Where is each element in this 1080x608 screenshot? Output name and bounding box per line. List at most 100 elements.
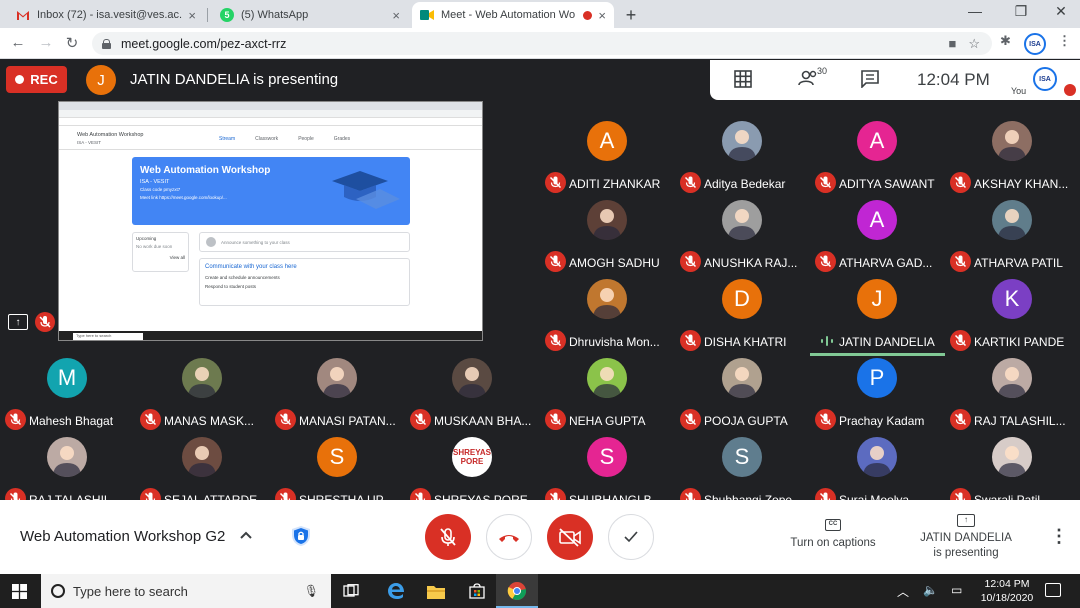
mic-toggle-button[interactable] <box>425 514 471 560</box>
edge-icon[interactable] <box>386 581 406 601</box>
participant-avatar: J <box>857 279 897 319</box>
new-tab-button[interactable]: + <box>620 4 642 26</box>
chat-icon[interactable] <box>861 70 879 93</box>
presenting-label: is presenting <box>933 547 999 559</box>
close-window-icon[interactable]: ✕ <box>1046 3 1076 20</box>
store-icon[interactable] <box>467 581 487 601</box>
leave-call-button[interactable] <box>486 514 532 560</box>
tab-gmail[interactable]: Inbox (72) - isa.vesit@ves.ac.in - V × <box>8 2 204 28</box>
banner-title: Web Automation Workshop <box>140 165 271 176</box>
language-icon[interactable]: ▭ <box>951 583 962 597</box>
participant-avatar: P <box>857 358 897 398</box>
captions-label: Turn on captions <box>790 537 876 549</box>
participant-tile[interactable]: Dhruvisha Mon... <box>540 278 675 357</box>
camera-toggle-button[interactable] <box>547 514 593 560</box>
shared-taskbar: Type here to search <box>59 331 482 340</box>
microphone-icon[interactable]: 🎙 <box>304 584 319 598</box>
mic-off-icon <box>815 251 836 272</box>
mic-off-icon <box>950 251 971 272</box>
menu-kebab-icon[interactable]: ⋮ <box>1058 33 1071 49</box>
participant-avatar <box>587 358 627 398</box>
participant-tile[interactable]: K KARTIKI PANDE <box>945 278 1080 357</box>
presenting-banner: JATIN DANDELIA is presenting <box>130 71 339 88</box>
participant-tile[interactable]: Aditya Bedekar <box>675 120 810 199</box>
participant-tile[interactable]: M Mahesh Bhagat <box>0 357 135 436</box>
file-explorer-icon[interactable] <box>426 581 446 601</box>
taskbar-search[interactable]: Type here to search 🎙 <box>41 574 331 608</box>
class-banner: Web Automation Workshop ISA - VESIT Clas… <box>132 157 410 225</box>
presentation-tile[interactable]: Web Automation Workshop ISA - VESIT Stre… <box>58 101 483 341</box>
participant-tile[interactable]: A ATHARVA GAD... <box>810 199 945 278</box>
participant-tile[interactable]: POOJA GUPTA <box>675 357 810 436</box>
meeting-title[interactable]: Web Automation Workshop G2 <box>20 528 225 545</box>
task-view-icon[interactable] <box>341 581 361 601</box>
extensions-icon[interactable]: ✱ <box>1000 33 1011 49</box>
participant-name: ATHARVA PATIL <box>974 256 1063 270</box>
mic-off-icon <box>275 409 296 430</box>
tab-people: People <box>298 136 314 142</box>
participant-tile[interactable]: D DISHA KHATRI <box>675 278 810 357</box>
participant-tile[interactable]: MANAS MASK... <box>135 357 270 436</box>
chrome-icon[interactable] <box>507 581 527 601</box>
chevron-up-icon[interactable]: ︿ <box>897 583 909 600</box>
mic-off-icon <box>545 172 566 193</box>
self-avatar: ISA <box>1033 67 1057 91</box>
minimize-icon[interactable]: — <box>960 3 990 19</box>
present-screen-icon[interactable]: ↑ <box>8 314 28 330</box>
address-bar[interactable]: meet.google.com/pez-axct-rrz ■ ☆ <box>92 32 992 55</box>
communicate-item: Create and schedule announcements <box>205 275 280 280</box>
participant-avatar: A <box>587 121 627 161</box>
close-tab-icon[interactable]: × <box>392 8 400 23</box>
presenting-button[interactable]: ↑ JATIN DANDELIA is presenting <box>910 512 1022 561</box>
participant-tile[interactable]: MUSKAAN BHA... <box>405 357 540 436</box>
upcoming-title: Upcoming <box>136 236 157 241</box>
participant-tile[interactable]: ATHARVA PATIL <box>945 199 1080 278</box>
participant-name: RAJ TALASHIL... <box>974 414 1066 428</box>
participant-tile[interactable]: RAJ TALASHIL... <box>945 357 1080 436</box>
mic-off-icon <box>950 409 971 430</box>
hand-raise-button[interactable] <box>608 514 654 560</box>
back-icon[interactable]: ← <box>8 34 28 51</box>
system-clock[interactable]: 12:04 PM 10/18/2020 <box>976 577 1038 605</box>
participant-avatar: SHREYAS PORE <box>452 437 492 477</box>
mic-off-icon <box>950 172 971 193</box>
captions-button[interactable]: CC Turn on captions <box>780 516 886 549</box>
more-options-icon[interactable]: ⋮ <box>1050 526 1068 547</box>
classroom-header: Web Automation Workshop ISA - VESIT Stre… <box>59 128 482 150</box>
you-label: You <box>1011 86 1027 96</box>
participant-avatar: K <box>992 279 1032 319</box>
close-tab-icon[interactable]: × <box>598 8 606 23</box>
presenting-name: JATIN DANDELIA <box>920 532 1012 544</box>
tab-classwork: Classwork <box>255 136 279 142</box>
recording-indicator-icon <box>583 10 593 20</box>
meet-link: Meet link https://meet.google.com/lookup… <box>140 195 227 200</box>
participant-tile[interactable]: P Prachay Kadam <box>810 357 945 436</box>
maximize-icon[interactable]: ❐ <box>1006 3 1036 20</box>
volume-icon[interactable]: 🔈 <box>923 583 938 597</box>
participant-tile[interactable]: NEHA GUPTA <box>540 357 675 436</box>
security-shield-icon[interactable] <box>289 524 313 548</box>
notifications-icon[interactable] <box>1045 583 1061 597</box>
bookmark-star-icon[interactable]: ☆ <box>968 36 980 52</box>
tab-whatsapp[interactable]: 5 (5) WhatsApp × <box>212 2 408 28</box>
participant-tile[interactable]: MANASI PATAN... <box>270 357 405 436</box>
reload-icon[interactable]: ↻ <box>62 34 82 52</box>
participant-tile[interactable]: AMOGH SADHU <box>540 199 675 278</box>
chevron-up-icon[interactable] <box>240 526 252 542</box>
participant-tile[interactable]: A ADITYA SAWANT <box>810 120 945 199</box>
profile-avatar[interactable]: ISA <box>1024 33 1046 55</box>
forward-icon[interactable]: → <box>36 34 56 51</box>
layout-grid-icon[interactable] <box>734 70 752 93</box>
participant-tile[interactable]: A ADITI ZHANKAR <box>540 120 675 199</box>
participant-tile[interactable]: J JATIN DANDELIA <box>810 278 945 357</box>
participant-avatar <box>182 437 222 477</box>
tab-meet[interactable]: Meet - Web Automation Wo × <box>412 2 614 28</box>
camera-off-icon <box>559 528 581 547</box>
participant-tile[interactable]: AKSHAY KHAN... <box>945 120 1080 199</box>
upcoming-card: Upcoming No work due soon View all <box>132 232 189 272</box>
camera-icon[interactable]: ■ <box>948 36 956 52</box>
close-tab-icon[interactable]: × <box>188 8 196 23</box>
participant-tile[interactable]: ANUSHKA RAJ... <box>675 199 810 278</box>
windows-start-icon[interactable] <box>12 584 27 599</box>
meet-stage: REC J JATIN DANDELIA is presenting 30 12… <box>0 60 1080 509</box>
